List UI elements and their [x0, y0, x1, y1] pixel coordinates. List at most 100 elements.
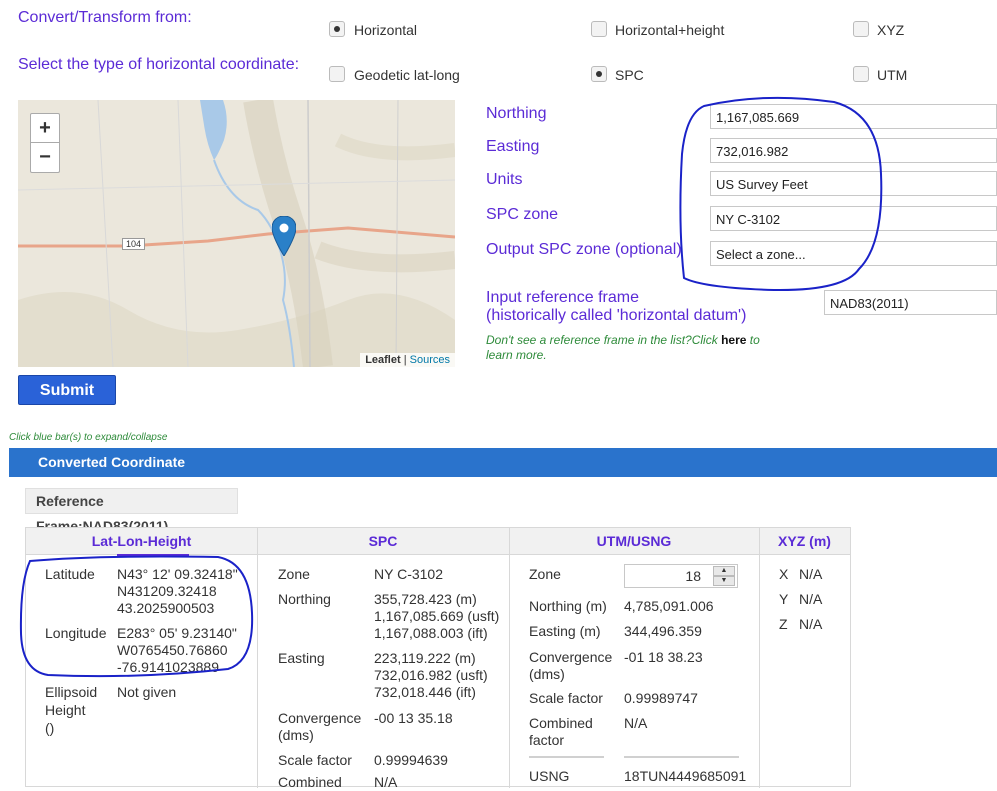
note-here-link[interactable]: here	[721, 333, 746, 347]
spc-convergence-label: Convergence	[278, 710, 362, 726]
col-header-lat-lon-height[interactable]: Lat-Lon-Height	[26, 528, 257, 555]
utm-combined-value: N/A	[624, 715, 648, 731]
sources-link[interactable]: Sources	[410, 354, 450, 366]
spc-zone-label: SPC zone	[486, 206, 559, 223]
option-label: SPC	[615, 67, 644, 83]
ref-frame-sublabel: (historically called 'horizontal datum')	[486, 307, 747, 324]
spc-zone-value: NY C-3102	[374, 566, 444, 582]
option-spc[interactable]: SPC	[591, 65, 671, 85]
submit-button[interactable]: Submit	[18, 375, 116, 405]
note-text: Don't see a reference frame in the list?…	[486, 333, 722, 347]
spc-northing-label: Northing	[278, 591, 331, 607]
divider	[529, 756, 604, 758]
expand-collapse-note: Click blue bar(s) to expand/collapse	[9, 432, 168, 443]
road-shield: 104	[122, 238, 146, 250]
converted-coordinate-bar[interactable]: Converted Coordinate	[9, 448, 997, 477]
utm-zone-label: Zone	[529, 566, 561, 582]
utm-scale-label: Scale factor	[529, 690, 603, 706]
spc-northing-ift: 1,167,088.003 (ift)	[374, 625, 488, 641]
divider	[624, 756, 739, 758]
utm-zone-stepper[interactable]: 18 ▲ ▼	[624, 564, 738, 588]
col-header-spc[interactable]: SPC	[257, 528, 509, 555]
z-value: N/A	[799, 616, 823, 632]
column-divider	[509, 528, 510, 788]
convert-from-label: Convert/Transform from:	[18, 9, 192, 26]
map-terrain	[18, 100, 455, 367]
utm-easting-value: 344,496.359	[624, 623, 702, 639]
spc-easting-usft: 732,016.982 (usft)	[374, 667, 488, 683]
checkbox-icon[interactable]	[591, 21, 607, 37]
option-xyz[interactable]: XYZ	[853, 20, 933, 40]
column-divider	[759, 528, 760, 788]
spc-convergence-unit: (dms)	[278, 727, 314, 743]
option-label: UTM	[877, 67, 908, 83]
spc-easting-ift: 732,018.446 (ift)	[374, 684, 476, 700]
option-utm[interactable]: UTM	[853, 65, 933, 85]
spc-combined-label: Combined	[278, 774, 342, 790]
note-text: to	[746, 333, 760, 347]
spc-northing-usft: 1,167,085.669 (usft)	[374, 608, 500, 624]
utm-easting-label: Easting (m)	[529, 623, 601, 639]
spc-scale-label: Scale factor	[278, 752, 352, 768]
utm-scale-value: 0.99989747	[624, 690, 698, 706]
output-spc-zone-label: Output SPC zone (optional)	[486, 241, 682, 258]
col-header-xyz[interactable]: XYZ (m)	[759, 528, 850, 555]
leaflet-link[interactable]: Leaflet	[365, 354, 400, 366]
utm-combined-label-2: factor	[529, 732, 565, 748]
utm-combined-label: Combined	[529, 715, 593, 731]
usng-label: USNG	[529, 768, 570, 784]
map-pin-icon[interactable]	[272, 216, 296, 256]
x-value: N/A	[799, 566, 823, 582]
units-label: Units	[486, 171, 523, 188]
option-label: XYZ	[877, 22, 905, 38]
option-label: Geodetic lat-long	[354, 67, 460, 83]
ellipsoid-height-value: Not given	[117, 684, 177, 700]
checkbox-icon[interactable]	[853, 66, 869, 82]
option-geodetic-lat-long[interactable]: Geodetic lat-long	[329, 65, 489, 85]
utm-convergence-label: Convergence	[529, 649, 613, 665]
attribution-separator: |	[400, 354, 410, 366]
checkbox-icon[interactable]	[329, 66, 345, 82]
utm-convergence-unit: (dms)	[529, 666, 565, 682]
zoom-in-button[interactable]: +	[30, 113, 60, 143]
ellipsoid-height-label: Ellipsoid	[45, 684, 98, 700]
spc-easting-label: Easting	[278, 650, 325, 666]
northing-label: Northing	[486, 105, 547, 122]
zoom-out-button[interactable]: −	[30, 143, 60, 173]
spc-combined-value: N/A	[374, 774, 398, 790]
note-text: learn more.	[486, 348, 547, 362]
spc-northing-m: 355,728.423 (m)	[374, 591, 477, 607]
ref-frame-note: Don't see a reference frame in the list?…	[486, 333, 806, 363]
ellipsoid-height-label: Height	[45, 702, 86, 718]
ref-frame-label: Input reference frame	[486, 289, 639, 306]
utm-northing-value: 4,785,091.006	[624, 598, 714, 614]
stepper-up-icon[interactable]: ▲	[713, 566, 735, 576]
checkbox-icon[interactable]	[329, 21, 345, 37]
ellipsoid-height-unit: ()	[45, 720, 55, 736]
x-label: X	[779, 566, 789, 582]
reference-frame-box: Reference Frame:NAD83(2011)	[25, 488, 238, 534]
map[interactable]: 104 + − Leaflet | Sources	[18, 100, 455, 367]
y-value: N/A	[799, 591, 823, 607]
option-label: Horizontal+height	[615, 22, 725, 38]
map-attribution: Leaflet | Sources	[360, 353, 455, 367]
spc-easting-m: 223,119.222 (m)	[374, 650, 476, 666]
annotation-ellipse	[19, 555, 254, 678]
stepper-down-icon[interactable]: ▼	[713, 576, 735, 586]
utm-zone-value: 18	[685, 568, 701, 584]
coordinate-type-label: Select the type of horizontal coordinate…	[18, 56, 300, 73]
utm-northing-label: Northing (m)	[529, 598, 607, 614]
option-horizontal-height[interactable]: Horizontal+height	[591, 20, 751, 40]
spc-scale-value: 0.99994639	[374, 752, 448, 768]
spc-zone-label: Zone	[278, 566, 310, 582]
option-label: Horizontal	[354, 22, 418, 38]
checkbox-icon[interactable]	[591, 66, 607, 82]
annotation-ellipse	[679, 96, 883, 292]
easting-label: Easting	[486, 138, 540, 155]
y-label: Y	[779, 591, 789, 607]
spc-convergence-value: -00 13 35.18	[374, 710, 453, 726]
option-horizontal[interactable]: Horizontal	[329, 20, 469, 40]
col-header-utm-usng[interactable]: UTM/USNG	[509, 528, 759, 555]
utm-convergence-value: -01 18 38.23	[624, 649, 703, 665]
checkbox-icon[interactable]	[853, 21, 869, 37]
